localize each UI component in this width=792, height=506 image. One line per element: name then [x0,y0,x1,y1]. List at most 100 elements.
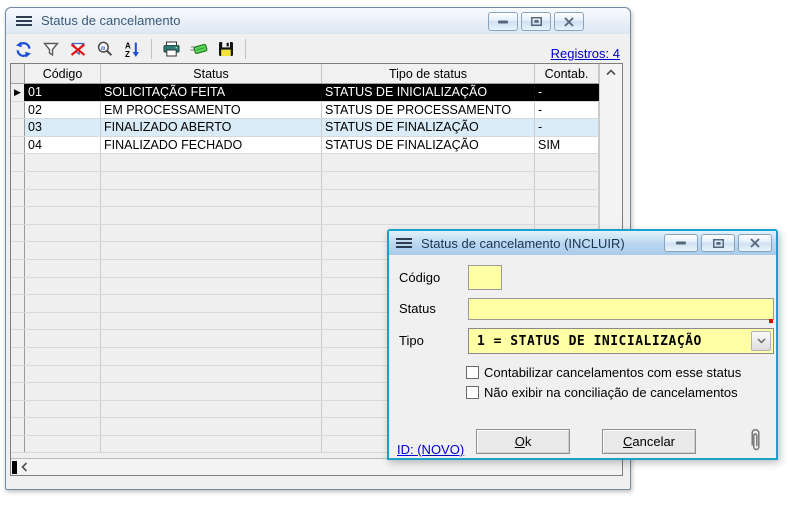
row-indicator [11,313,25,330]
cell-contab: - [535,102,599,119]
search-button[interactable]: n [92,37,117,61]
row-indicator: ▶ [11,84,25,101]
refresh-icon [15,41,32,58]
tipo-dropdown[interactable]: 1 = STATUS DE INICIALIZAÇÃO [468,328,774,354]
cell-codigo [25,436,101,453]
save-icon [218,41,234,57]
dialog-body: Código Status Tipo 1 = STATUS DE INICIAL… [389,255,776,458]
maximize-button[interactable] [701,234,735,252]
row-indicator [11,172,25,189]
tipo-selected-value: 1 = STATUS DE INICIALIZAÇÃO [477,329,702,353]
cell-status: SOLICITAÇÃO FEITA [101,84,322,101]
cell-status [101,295,322,312]
cell-codigo [25,295,101,312]
cell-status [101,418,322,435]
table-row[interactable]: ▶01SOLICITAÇÃO FEITASTATUS DE INICIALIZA… [11,84,599,102]
cell-tipo [322,207,535,224]
toolbar: n A Z [10,35,626,63]
refresh-button[interactable] [11,37,36,61]
cell-contab [535,207,599,224]
cell-codigo [25,383,101,400]
cell-tipo: STATUS DE INICIALIZAÇÃO [322,84,535,101]
table-row[interactable]: 03FINALIZADO ABERTOSTATUS DE FINALIZAÇÃO… [11,119,599,137]
svg-text:Z: Z [125,50,130,58]
status-label: Status [399,301,436,316]
filter-button[interactable] [38,37,63,61]
cell-codigo [25,348,101,365]
empty-row [11,172,599,190]
cell-codigo [25,330,101,347]
cell-tipo: STATUS DE FINALIZAÇÃO [322,137,535,154]
header-codigo[interactable]: Código [25,64,101,83]
header-contab[interactable]: Contab. [535,64,599,83]
minimize-button[interactable] [488,12,518,31]
cell-status [101,401,322,418]
close-button[interactable] [554,12,584,31]
cell-status [101,313,322,330]
svg-text:n: n [101,43,105,52]
nao-exibir-checkbox-label[interactable]: Não exibir na conciliação de cancelament… [484,385,738,400]
cell-codigo [25,278,101,295]
cell-tipo: STATUS DE PROCESSAMENTO [322,102,535,119]
cell-status [101,436,322,453]
clear-filter-button[interactable] [65,37,90,61]
horizontal-scrollbar[interactable] [11,458,622,475]
cell-status [101,366,322,383]
cell-status [101,172,322,189]
empty-row [11,207,599,225]
cell-status [101,260,322,277]
print-button[interactable] [159,37,184,61]
header-tipo[interactable]: Tipo de status [322,64,535,83]
menu-icon[interactable] [16,16,32,26]
cell-status [101,242,322,259]
codigo-field[interactable] [468,265,502,290]
cell-codigo: 03 [25,119,101,136]
cell-codigo [25,242,101,259]
paperclip-icon[interactable] [749,426,762,459]
save-button[interactable] [213,37,238,61]
maximize-icon [713,239,724,248]
minimize-button[interactable] [664,234,698,252]
row-indicator [11,137,25,154]
dropdown-button[interactable] [751,331,771,351]
table-row[interactable]: 04FINALIZADO FECHADOSTATUS DE FINALIZAÇÃ… [11,137,599,155]
table-row[interactable]: 02EM PROCESSAMENTOSTATUS DE PROCESSAMENT… [11,102,599,120]
nao-exibir-checkbox[interactable] [466,386,479,399]
cell-codigo [25,401,101,418]
cell-tipo: STATUS DE FINALIZAÇÃO [322,119,535,136]
cell-contab [535,172,599,189]
cell-codigo: 04 [25,137,101,154]
registros-link[interactable]: Registros: 4 [551,46,620,61]
status-field[interactable] [468,298,774,320]
maximize-button[interactable] [521,12,551,31]
incluir-dialog: Status de cancelamento (INCLUIR) Código … [387,229,778,460]
cell-tipo [322,190,535,207]
cell-contab: - [535,84,599,101]
row-indicator [11,260,25,277]
export-button[interactable] [186,37,211,61]
cell-contab: SIM [535,137,599,154]
contabilizar-checkbox[interactable] [466,366,479,379]
sort-button[interactable]: A Z [119,37,144,61]
menu-icon[interactable] [396,238,412,248]
row-indicator [11,330,25,347]
close-button[interactable] [738,234,772,252]
cell-codigo [25,154,101,171]
scroll-left-icon [21,462,28,472]
cell-codigo [25,418,101,435]
minimize-icon [498,20,508,24]
print-icon [163,41,180,57]
minimize-icon [676,241,686,245]
contabilizar-checkbox-row: Contabilizar cancelamentos com esse stat… [466,365,741,380]
cancel-button[interactable]: Cancelar [602,429,696,454]
cell-status: FINALIZADO ABERTO [101,119,322,136]
cell-status [101,348,322,365]
scrollbar-marker [12,461,17,474]
desktop: Status de cancelamento [0,0,792,506]
contabilizar-checkbox-label[interactable]: Contabilizar cancelamentos com esse stat… [484,365,741,380]
id-novo-link[interactable]: ID: (NOVO) [397,442,464,457]
codigo-label: Código [399,270,440,285]
header-status[interactable]: Status [101,64,322,83]
row-indicator [11,242,25,259]
ok-button[interactable]: Ok [476,429,570,454]
